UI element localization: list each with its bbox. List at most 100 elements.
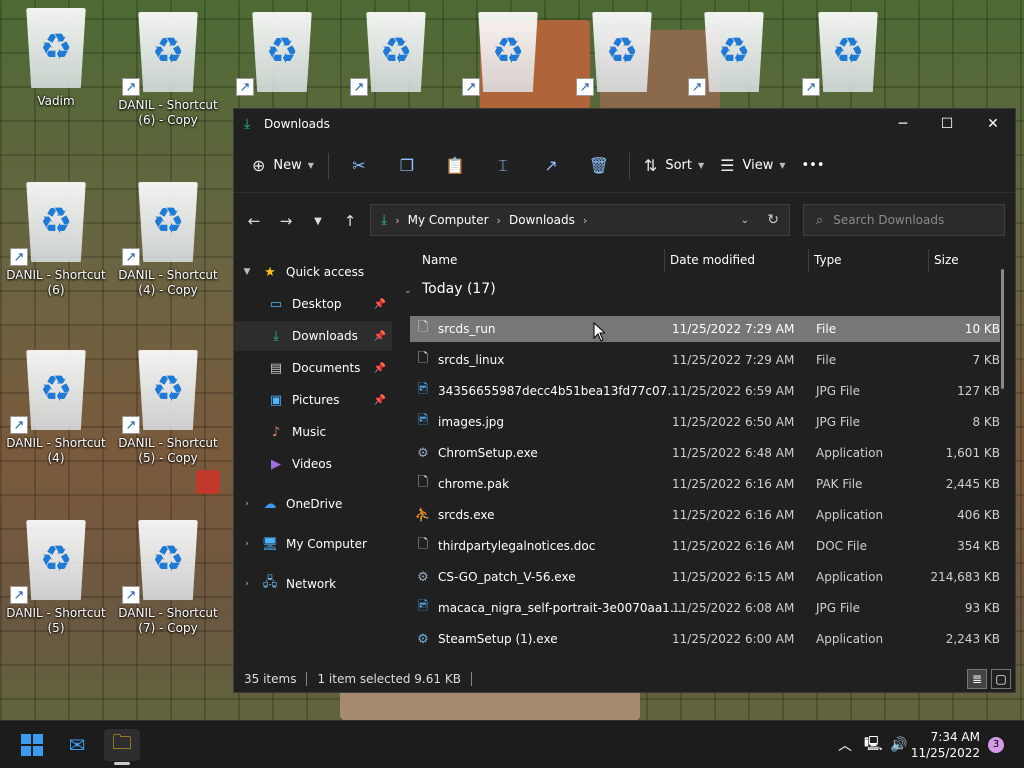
file-row[interactable]: ⚙ SteamSetup (1).exe 11/25/2022 6:00 AM App… bbox=[410, 626, 1000, 652]
downloads-icon: ⤓ bbox=[381, 212, 388, 228]
desktop-icon-recycle-bin[interactable]: ♻ ↗ DANIL - Shortcut (5) bbox=[0, 520, 112, 636]
desktop-icon-recycle-bin[interactable]: ♻ ↗ bbox=[452, 12, 564, 98]
mail-app-icon[interactable]: ✉ bbox=[59, 729, 95, 761]
recycle-bin-icon: ♻ bbox=[138, 350, 198, 430]
nav-item-music[interactable]: ♪ Music bbox=[234, 417, 392, 447]
file-type: Application bbox=[816, 446, 884, 460]
file-row[interactable]: 🖻 macaca_nigra_self-portrait-3e0070aa19a7… bbox=[410, 595, 1000, 621]
recycle-bin-icon: ♻ bbox=[366, 12, 426, 92]
column-header-date[interactable]: Date modified bbox=[670, 253, 755, 275]
back-icon[interactable]: ← bbox=[238, 206, 270, 236]
desktop-icon-label: Vadim bbox=[37, 94, 75, 108]
view-button[interactable]: ☰ View ▼ bbox=[712, 149, 793, 183]
desktop-icon-recycle-bin[interactable]: ♻ Vadim bbox=[0, 8, 112, 109]
file-size: 10 KB bbox=[964, 322, 1000, 336]
collapse-icon[interactable]: ▼ bbox=[234, 267, 260, 277]
window-title: Downloads bbox=[264, 117, 330, 131]
network-icon: 🖧 bbox=[262, 575, 278, 590]
file-row[interactable]: ⛹ srcds.exe 11/25/2022 6:16 AM Application 4… bbox=[410, 502, 1000, 528]
desktop-icon-recycle-bin[interactable]: ♻ ↗ bbox=[340, 12, 452, 98]
recycle-bin-icon: ♻ bbox=[26, 182, 86, 262]
search-input[interactable]: ⌕ Search Downloads bbox=[803, 204, 1005, 236]
column-divider[interactable] bbox=[928, 249, 929, 273]
details-view-icon[interactable]: ≣ bbox=[967, 669, 987, 689]
minimize-button[interactable]: ─ bbox=[880, 109, 926, 139]
forward-icon[interactable]: → bbox=[270, 206, 302, 236]
breadcrumb-downloads[interactable]: Downloads bbox=[509, 213, 575, 227]
expand-icon[interactable]: › bbox=[234, 499, 260, 509]
nav-item-my-computer[interactable]: › 🖥 My Computer bbox=[234, 529, 392, 559]
column-divider[interactable] bbox=[808, 249, 809, 273]
volume-icon[interactable]: 🔊 bbox=[890, 721, 907, 768]
column-header-size[interactable]: Size bbox=[934, 253, 959, 275]
recent-locations-icon[interactable]: ▼ bbox=[302, 206, 334, 236]
rename-icon[interactable]: ⌶ bbox=[479, 149, 527, 183]
desktop-icon-recycle-bin[interactable]: ♻ ↗ DANIL - Shortcut (4) bbox=[0, 350, 112, 466]
share-icon[interactable]: ↗ bbox=[527, 149, 575, 183]
view-list-icon: ☰ bbox=[720, 156, 735, 175]
nav-item-desktop[interactable]: ▭ Desktop 📌 bbox=[234, 289, 392, 319]
file-size: 214,683 KB bbox=[930, 570, 1000, 584]
file-row[interactable]: ⚙ CS-GO_patch_V-56.exe 11/25/2022 6:15 AM A… bbox=[410, 564, 1000, 590]
more-options-button[interactable]: ••• bbox=[794, 149, 833, 183]
cut-icon[interactable]: ✂ bbox=[335, 149, 383, 183]
file-row[interactable]: 🖻 images.jpg 11/25/2022 6:50 AM JPG File 8 K… bbox=[410, 409, 1000, 435]
file-name: ChromSetup.exe bbox=[438, 446, 538, 460]
paste-icon[interactable]: 📋 bbox=[431, 149, 479, 183]
recycle-symbol-icon: ♻ bbox=[151, 539, 185, 580]
file-date: 11/25/2022 6:59 AM bbox=[672, 384, 795, 398]
close-button[interactable]: ✕ bbox=[970, 109, 1016, 139]
pin-icon: 📌 bbox=[373, 330, 386, 342]
desktop-icon-recycle-bin[interactable]: ♻ ↗ DANIL - Shortcut (7) - Copy bbox=[112, 520, 224, 636]
start-button[interactable] bbox=[14, 729, 50, 761]
nav-item-pictures[interactable]: ▣ Pictures 📌 bbox=[234, 385, 392, 415]
desktop-icon-recycle-bin[interactable]: ♻ ↗ bbox=[792, 12, 904, 98]
address-history-icon[interactable]: ⌄ bbox=[741, 215, 749, 226]
address-bar[interactable]: ⤓ › My Computer › Downloads › ⌄ ↻ bbox=[370, 204, 790, 236]
file-name: images.jpg bbox=[438, 415, 505, 429]
nav-item-quick-access[interactable]: ▼ ★ Quick access bbox=[234, 257, 392, 287]
vertical-scrollbar[interactable] bbox=[1001, 269, 1004, 389]
file-explorer-app-icon[interactable]: 🗀 bbox=[104, 729, 140, 761]
expand-icon[interactable]: › bbox=[234, 539, 260, 549]
desktop-icon-recycle-bin[interactable]: ♻ ↗ DANIL - Shortcut (6) bbox=[0, 182, 112, 298]
breadcrumb-my-computer[interactable]: My Computer bbox=[408, 213, 489, 227]
file-date: 11/25/2022 6:48 AM bbox=[672, 446, 795, 460]
column-divider[interactable] bbox=[664, 249, 665, 273]
desktop-icon-recycle-bin[interactable]: ♻ ↗ bbox=[678, 12, 790, 98]
file-row[interactable]: 🗋 thirdpartylegalnotices.doc 11/25/2022 6:… bbox=[410, 533, 1000, 559]
nav-item-downloads[interactable]: ⤓ Downloads 📌 bbox=[234, 321, 392, 351]
show-hidden-icons-icon[interactable]: ︿ bbox=[838, 721, 852, 768]
desktop-icon-recycle-bin[interactable]: ♻ ↗ bbox=[226, 12, 338, 98]
file-row[interactable]: 🗋 chrome.pak 11/25/2022 6:16 AM PAK File 2,4… bbox=[410, 471, 1000, 497]
refresh-icon[interactable]: ↻ bbox=[767, 212, 779, 228]
file-row[interactable]: 🗋 srcds_linux 11/25/2022 7:29 AM File 7 KB bbox=[410, 347, 1000, 373]
up-icon[interactable]: ↑ bbox=[334, 206, 366, 236]
maximize-button[interactable]: ☐ bbox=[924, 109, 970, 139]
downloads-icon: ⤓ bbox=[273, 328, 279, 344]
clock[interactable]: 7:34 AM 11/25/2022 bbox=[911, 729, 980, 761]
group-header-today[interactable]: ⌄ Today (17) bbox=[404, 281, 496, 297]
copy-icon[interactable]: ❐ bbox=[383, 149, 431, 183]
desktop-icon-recycle-bin[interactable]: ♻ ↗ bbox=[566, 12, 678, 98]
network-status-icon[interactable]: 🖳 bbox=[864, 721, 883, 768]
delete-icon[interactable]: 🗑 bbox=[575, 149, 623, 183]
notification-badge[interactable]: 3 bbox=[988, 737, 1004, 753]
sort-button[interactable]: ⇅ Sort ▼ bbox=[636, 149, 712, 183]
recycle-bin-icon: ♻ bbox=[592, 12, 652, 92]
nav-item-network[interactable]: › 🖧 Network bbox=[234, 569, 392, 599]
new-button[interactable]: ⊕ New ▼ bbox=[244, 149, 322, 183]
desktop-icon-recycle-bin[interactable]: ♻ ↗ DANIL - Shortcut (4) - Copy bbox=[112, 182, 224, 298]
file-row[interactable]: 🖻 34356655987decc4b51bea13fd77c075.jpg 11/… bbox=[410, 378, 1000, 404]
desktop-icon-recycle-bin[interactable]: ♻ ↗ DANIL - Shortcut (6) - Copy bbox=[112, 12, 224, 128]
nav-item-onedrive[interactable]: › ☁ OneDrive bbox=[234, 489, 392, 519]
nav-item-videos[interactable]: ▶ Videos bbox=[234, 449, 392, 479]
expand-icon[interactable]: › bbox=[234, 579, 260, 589]
large-icons-view-icon[interactable]: ▢ bbox=[991, 669, 1011, 689]
column-header-type[interactable]: Type bbox=[814, 253, 842, 275]
desktop-icon-recycle-bin[interactable]: ♻ ↗ DANIL - Shortcut (5) - Copy bbox=[112, 350, 224, 466]
column-header-name[interactable]: Name bbox=[422, 253, 457, 275]
file-row[interactable]: ⚙ ChromSetup.exe 11/25/2022 6:48 AM Applica… bbox=[410, 440, 1000, 466]
file-row[interactable]: 🗋 srcds_run 11/25/2022 7:29 AM File 10 KB bbox=[410, 316, 1000, 342]
nav-item-documents[interactable]: ▤ Documents 📌 bbox=[234, 353, 392, 383]
